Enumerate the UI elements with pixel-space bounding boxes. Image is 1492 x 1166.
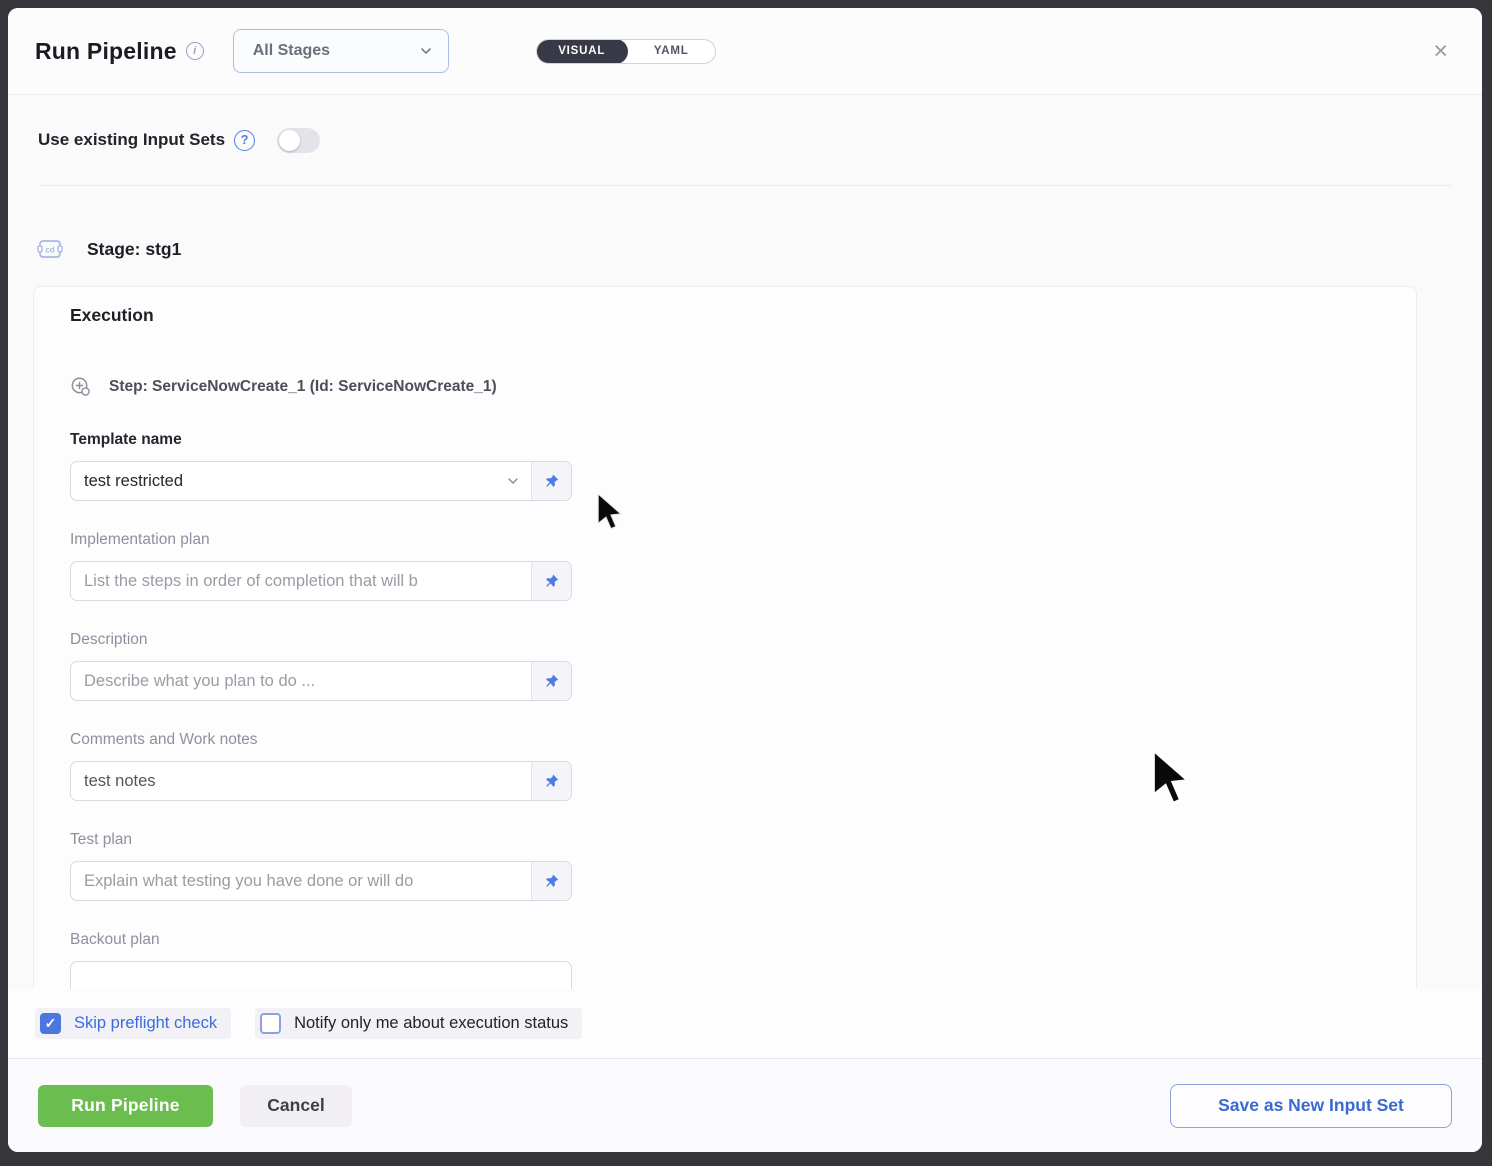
preflight-row: Skip preflight check Notify only me abou… [8, 989, 1482, 1058]
modal-footer: Run Pipeline Cancel Save as New Input Se… [8, 1058, 1482, 1152]
visual-yaml-toggle: VISUAL YAML [536, 39, 716, 64]
field-label: Implementation plan [70, 531, 572, 549]
field-backout-plan: Backout plan [70, 931, 572, 989]
field-template-name: Template name test restricted [70, 431, 572, 501]
info-icon[interactable]: i [186, 42, 204, 60]
chevron-down-icon [507, 462, 531, 500]
pin-icon[interactable] [531, 562, 571, 600]
test-plan-input-wrap [70, 861, 572, 901]
tab-visual[interactable]: VISUAL [536, 39, 628, 64]
field-description: Description [70, 631, 572, 701]
notify-me-group[interactable]: Notify only me about execution status [255, 1008, 582, 1039]
input-sets-row: Use existing Input Sets ? [8, 95, 1482, 185]
page-title: Run Pipeline [35, 38, 177, 65]
svg-text:cd: cd [45, 246, 54, 255]
comments-input[interactable] [84, 772, 521, 791]
stage-label: Stage: stg1 [87, 239, 181, 260]
pin-icon[interactable] [531, 662, 571, 700]
field-comments: Comments and Work notes [70, 731, 572, 801]
toggle-knob [279, 130, 300, 151]
input-sets-toggle[interactable] [277, 128, 320, 153]
backout-plan-input-wrap [70, 961, 572, 989]
skip-preflight-checkbox[interactable] [40, 1013, 61, 1034]
close-icon[interactable]: × [1427, 37, 1454, 66]
run-pipeline-modal: Run Pipeline i All Stages VISUAL YAML × … [8, 8, 1482, 1152]
backout-plan-input[interactable] [84, 972, 561, 990]
execution-card: Execution Step: ServiceNowCreate_1 (Id: … [33, 286, 1417, 989]
modal-header: Run Pipeline i All Stages VISUAL YAML × [8, 8, 1482, 95]
field-label: Backout plan [70, 931, 572, 949]
stage-scope-value: All Stages [253, 42, 420, 60]
notify-me-checkbox[interactable] [260, 1013, 281, 1034]
description-input-wrap [70, 661, 572, 701]
execution-title: Execution [70, 305, 1380, 326]
pin-icon[interactable] [531, 462, 571, 500]
tab-yaml[interactable]: YAML [628, 39, 715, 64]
input-sets-label: Use existing Input Sets [38, 130, 225, 150]
stage-icon: cd [37, 236, 63, 262]
comments-input-wrap [70, 761, 572, 801]
field-label: Test plan [70, 831, 572, 849]
pin-icon[interactable] [531, 762, 571, 800]
screen-background: Run Pipeline i All Stages VISUAL YAML × … [0, 0, 1492, 1166]
step-row: Step: ServiceNowCreate_1 (Id: ServiceNow… [70, 376, 1380, 397]
skip-preflight-label[interactable]: Skip preflight check [74, 1014, 217, 1033]
field-label: Comments and Work notes [70, 731, 572, 749]
field-test-plan: Test plan [70, 831, 572, 901]
pin-icon[interactable] [531, 862, 571, 900]
modal-body: cd Stage: stg1 Execution Step: ServiceNo… [8, 186, 1482, 989]
stage-row: cd Stage: stg1 [33, 236, 1417, 262]
test-plan-input[interactable] [84, 872, 521, 891]
step-add-icon [70, 376, 91, 397]
skip-preflight-group[interactable]: Skip preflight check [35, 1008, 231, 1039]
save-as-new-input-set-button[interactable]: Save as New Input Set [1170, 1084, 1452, 1128]
template-name-value: test restricted [84, 472, 183, 491]
stage-scope-select[interactable]: All Stages [233, 29, 449, 73]
chevron-down-icon [420, 45, 432, 57]
implementation-plan-input-wrap [70, 561, 572, 601]
template-name-select[interactable]: test restricted [70, 461, 572, 501]
field-label: Description [70, 631, 572, 649]
cancel-button[interactable]: Cancel [240, 1085, 352, 1127]
field-implementation-plan: Implementation plan [70, 531, 572, 601]
run-pipeline-button[interactable]: Run Pipeline [38, 1085, 213, 1127]
help-icon[interactable]: ? [234, 130, 255, 151]
step-label: Step: ServiceNowCreate_1 (Id: ServiceNow… [109, 378, 497, 396]
notify-me-label[interactable]: Notify only me about execution status [294, 1014, 568, 1033]
field-label: Template name [70, 431, 572, 449]
implementation-plan-input[interactable] [84, 572, 521, 591]
description-input[interactable] [84, 672, 521, 691]
